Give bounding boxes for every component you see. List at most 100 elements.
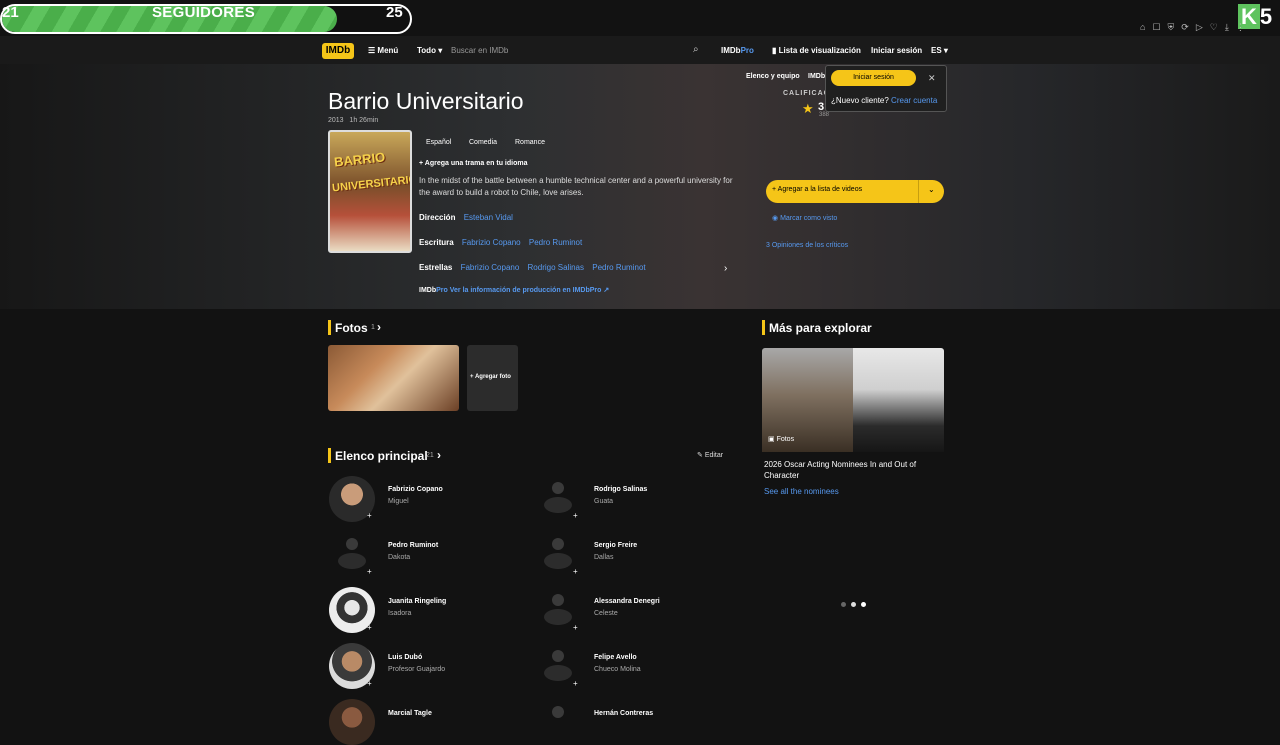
add-to-watchlist-label[interactable]: + Agregar a la lista de videos <box>772 186 862 193</box>
movie-poster[interactable]: BARRIO UNIVERSITARIO <box>328 130 412 253</box>
cast-name[interactable]: Juanita Ringeling <box>388 598 446 605</box>
search-input[interactable]: Buscar en IMDb <box>451 46 508 55</box>
plus-icon[interactable]: + <box>367 623 372 632</box>
credit-label: Estrellas <box>419 263 453 272</box>
chevron-right-icon[interactable]: › <box>377 320 381 334</box>
followers-goal: 25 <box>386 4 403 21</box>
avatar-placeholder[interactable] <box>552 650 564 662</box>
chevron-right-icon[interactable]: › <box>437 448 441 462</box>
carousel-dot-active[interactable] <box>861 602 866 607</box>
imdbpro-production-link[interactable]: IMDbPro Ver la información de producción… <box>419 286 609 294</box>
avatar-placeholder <box>544 609 572 625</box>
carousel-dot[interactable] <box>851 602 856 607</box>
imdb-logo[interactable]: IMDb <box>322 43 354 59</box>
plus-icon[interactable]: + <box>367 567 372 576</box>
writer-link[interactable]: Pedro Ruminot <box>529 238 582 247</box>
imdbpro-link[interactable]: IMDbPro <box>721 46 754 55</box>
writer-link[interactable]: Fabrizio Copano <box>462 238 521 247</box>
photos-title[interactable]: Fotos <box>335 321 368 335</box>
cast-name[interactable]: Luis Dubó <box>388 654 422 661</box>
heart-icon[interactable]: ♡ <box>1210 22 1218 33</box>
cast-name[interactable]: Marcial Tagle <box>388 710 432 717</box>
add-plot-link[interactable]: + Agrega una trama en tu idioma <box>419 160 527 167</box>
caret-down-icon: ▾ <box>943 46 948 55</box>
cast-avatar[interactable] <box>329 699 375 745</box>
section-accent <box>328 320 331 335</box>
gallery-icon: ▣ <box>768 436 777 443</box>
explore-caption[interactable]: 2026 Oscar Acting Nominees In and Out of… <box>764 459 944 481</box>
watchlist-link[interactable]: ▮ Lista de visualización <box>772 46 861 55</box>
reload-icon[interactable]: ⟳ <box>1181 22 1189 33</box>
popup-signin-button[interactable]: Iniciar sesión <box>831 70 916 86</box>
plus-icon[interactable]: + <box>573 511 578 520</box>
genre-chip[interactable]: Romance <box>509 137 551 148</box>
avatar-placeholder[interactable] <box>552 538 564 550</box>
search-scope-dropdown[interactable]: Todo ▾ <box>417 46 442 55</box>
genre-chip[interactable]: Español <box>420 137 457 148</box>
cast-name[interactable]: Rodrigo Salinas <box>594 486 647 493</box>
credit-row-direction: Dirección Esteban Vidal <box>419 213 735 222</box>
shield-icon[interactable]: ⛨ <box>1168 22 1175 33</box>
explore-image-right[interactable] <box>853 348 944 452</box>
photo-thumbnail[interactable] <box>328 345 459 411</box>
genre-chip[interactable]: Comedia <box>463 137 503 148</box>
search-icon[interactable]: ⌕ <box>693 44 699 55</box>
plus-icon[interactable]: + <box>573 623 578 632</box>
star-link[interactable]: Pedro Ruminot <box>592 263 645 272</box>
browser-toolbar-icons: ⌂ ☐ ⛨ ⟳ ▷ ♡ ⤓ ⋮ <box>1140 22 1245 33</box>
cast-name[interactable]: Felipe Avello <box>594 654 637 661</box>
avatar-placeholder[interactable] <box>346 538 358 550</box>
menu-icon[interactable]: ⋮ <box>1236 22 1245 33</box>
credit-row-stars: Estrellas Fabrizio Copano Rodrigo Salina… <box>419 263 735 272</box>
language-selector[interactable]: ES ▾ <box>931 46 948 55</box>
plus-icon[interactable]: + <box>367 511 372 520</box>
cast-title[interactable]: Elenco principal <box>335 449 428 463</box>
movie-year[interactable]: 2013 <box>328 117 344 124</box>
avatar-placeholder[interactable] <box>552 594 564 606</box>
close-icon[interactable]: ✕ <box>928 73 936 84</box>
carousel-dot[interactable] <box>841 602 846 607</box>
imdb-link[interactable]: IMDb <box>808 73 825 80</box>
caret-down-icon: ▾ <box>438 46 443 55</box>
cast-role: Isadora <box>388 610 412 617</box>
eye-icon: ◉ <box>772 215 781 222</box>
mark-seen-link[interactable]: ◉ Marcar como visto <box>772 214 837 222</box>
credit-label: Dirección <box>419 213 456 222</box>
add-photo-label[interactable]: + Agregar foto <box>470 374 511 380</box>
cast-name[interactable]: Pedro Ruminot <box>388 542 438 549</box>
create-account-link[interactable]: Crear cuenta <box>891 96 937 105</box>
explore-photos-badge[interactable]: ▣ Fotos <box>768 435 794 443</box>
cast-role: Miguel <box>388 498 409 505</box>
cast-name[interactable]: Fabrizio Copano <box>388 486 443 493</box>
edit-cast-link[interactable]: ✎ Editar <box>697 451 723 459</box>
avatar-placeholder[interactable] <box>552 482 564 494</box>
star-link[interactable]: Fabrizio Copano <box>461 263 520 272</box>
hamburger-icon: ☰ <box>368 46 378 55</box>
chevron-down-icon[interactable]: ⌄ <box>928 185 935 194</box>
plus-icon[interactable]: + <box>573 679 578 688</box>
movie-title: Barrio Universitario <box>328 88 524 114</box>
star-link[interactable]: Rodrigo Salinas <box>528 263 584 272</box>
critics-reviews-link[interactable]: 3 Opiniones de los críticos <box>766 242 848 249</box>
cast-role: Dakota <box>388 554 411 561</box>
play-icon[interactable]: ▷ <box>1196 22 1203 33</box>
cast-name[interactable]: Hernán Contreras <box>594 710 653 717</box>
download-icon[interactable]: ⤓ <box>1225 22 1229 33</box>
pin-icon[interactable]: ⌂ <box>1140 22 1145 33</box>
credit-row-writing: Escritura Fabrizio Copano Pedro Ruminot <box>419 238 735 247</box>
watchlist-divider <box>918 180 919 203</box>
cast-name[interactable]: Sergio Freire <box>594 542 637 549</box>
cast-crew-link[interactable]: Elenco y equipo <box>746 73 800 80</box>
plus-icon[interactable]: + <box>573 567 578 576</box>
avatar-placeholder[interactable] <box>552 706 564 718</box>
cast-name[interactable]: Alessandra Denegri <box>594 598 660 605</box>
plus-icon[interactable]: + <box>367 679 372 688</box>
explore-link[interactable]: See all the nominees <box>764 487 839 496</box>
chevron-right-icon[interactable]: › <box>724 263 727 274</box>
signin-link[interactable]: Iniciar sesión <box>871 46 922 55</box>
tab-icon[interactable]: ☐ <box>1152 22 1160 33</box>
menu-button[interactable]: ☰ Menú <box>368 46 398 55</box>
director-link[interactable]: Esteban Vidal <box>464 213 513 222</box>
explore-title: Más para explorar <box>769 321 872 335</box>
section-accent <box>762 320 765 335</box>
